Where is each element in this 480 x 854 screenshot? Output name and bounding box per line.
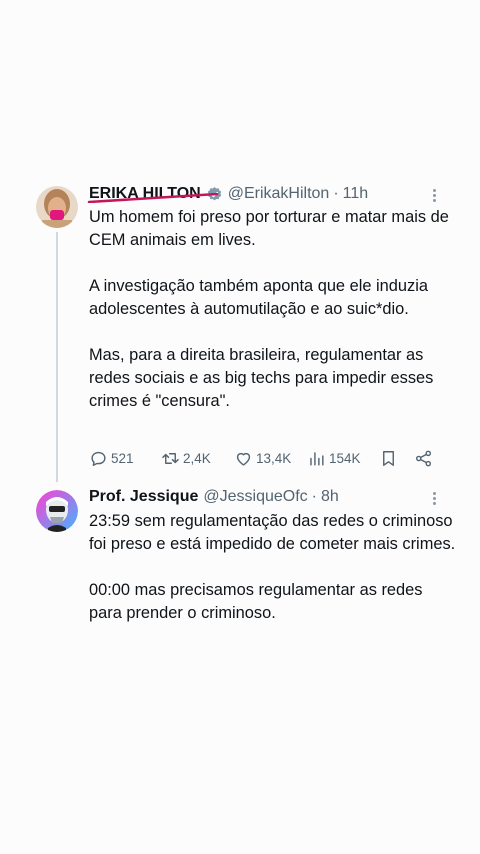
timestamp[interactable]: 8h <box>321 488 339 506</box>
retweet-count: 2,4K <box>183 450 211 466</box>
more-icon[interactable] <box>426 187 442 203</box>
tweet-paragraph: 00:00 mas precisamos regulamentar as red… <box>89 581 423 622</box>
views-icon <box>310 451 324 466</box>
timestamp[interactable]: 11h <box>343 185 369 203</box>
tweet-paragraph: 23:59 sem regulamentação das redes o cri… <box>89 512 456 553</box>
retweet-button[interactable]: 2,4K <box>161 449 211 468</box>
share-button[interactable] <box>414 449 436 468</box>
reply-icon <box>91 451 106 466</box>
avatar[interactable] <box>36 186 78 228</box>
tweet-text: 23:59 sem regulamentação das redes o cri… <box>89 510 459 625</box>
views-button[interactable]: 154K <box>307 449 361 468</box>
like-count: 13,4K <box>256 450 292 466</box>
tweet-header: ERIKA HILTON @ErikakHilton · 11h <box>87 183 440 205</box>
share-icon <box>415 450 432 466</box>
tweet-paragraph: A investigação também aponta que ele ind… <box>89 277 428 318</box>
like-button[interactable]: 13,4K <box>234 449 291 468</box>
reply-button[interactable]: 521 <box>89 449 134 468</box>
handle[interactable]: @JessiqueOfc <box>203 488 307 506</box>
bookmark-button[interactable] <box>379 449 401 468</box>
tweet-paragraph: Um homem foi preso por torturar e matar … <box>89 208 449 249</box>
tweet-text: Um homem foi preso por torturar e matar … <box>89 206 459 413</box>
display-name[interactable]: ERIKA HILTON <box>87 185 219 203</box>
tweet-header: Prof. Jessique @JessiqueOfc · 8h <box>89 486 440 508</box>
view-count: 154K <box>329 450 361 466</box>
separator-dot: · <box>311 488 317 505</box>
tweet-actions: 521 2,4K 13,4K 154K <box>89 446 439 470</box>
more-icon[interactable] <box>426 490 442 506</box>
thread-line <box>56 232 58 482</box>
avatar[interactable] <box>36 490 78 532</box>
like-icon <box>236 452 251 466</box>
handle[interactable]: @ErikakHilton <box>228 185 330 203</box>
annotation-strike-mark <box>87 193 219 203</box>
display-name[interactable]: Prof. Jessique <box>89 488 198 506</box>
retweet-icon <box>162 452 179 464</box>
reply-count: 521 <box>111 450 134 466</box>
bookmark-icon <box>383 450 394 466</box>
tweet-paragraph: Mas, para a direita brasileira, regulame… <box>89 346 434 410</box>
separator-dot: · <box>333 185 339 202</box>
